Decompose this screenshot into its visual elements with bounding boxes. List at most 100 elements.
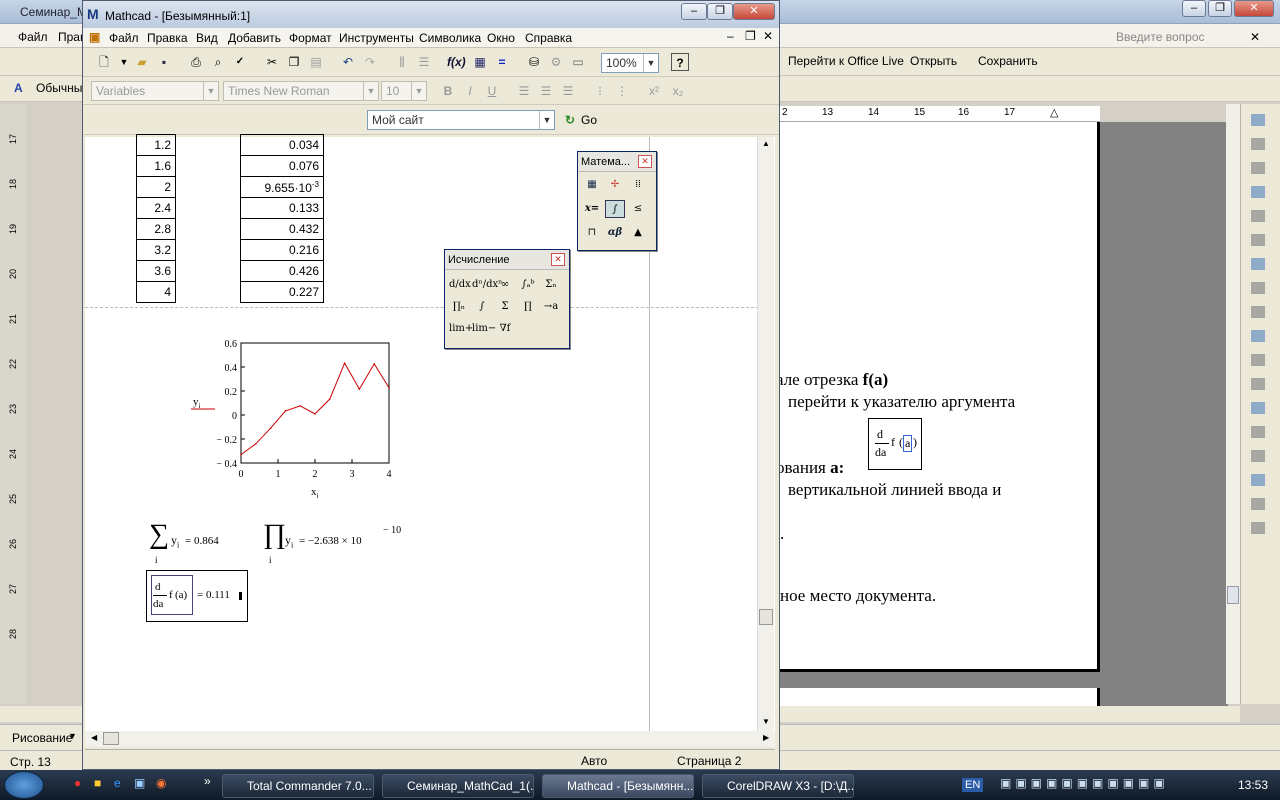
bold-icon[interactable]: B [439, 82, 457, 100]
sidebar-tool-icon[interactable] [1251, 474, 1265, 486]
y-table-row[interactable]: 0.076 [240, 155, 324, 177]
range-sum-icon[interactable]: Σₙ [541, 276, 561, 294]
drawing-menu[interactable]: Рисование [12, 731, 72, 745]
x-table-row[interactable]: 3.2 [136, 239, 176, 261]
start-button[interactable] [4, 771, 44, 799]
product-expression[interactable]: ∏ yi = −2.638 × 10 − 10 i [263, 519, 423, 567]
drawing-dropdown-icon[interactable]: ▼ [68, 731, 77, 741]
word-menu-file[interactable]: Файл [18, 30, 48, 44]
sidebar-tool-icon[interactable] [1251, 138, 1265, 150]
y-table-cell[interactable]: 0.227 [240, 281, 324, 303]
x-values-table[interactable]: 1.2 1.6 2 2.4 2.8 3.2 3.6 4 [136, 134, 176, 303]
redo-icon[interactable]: ↷ [361, 53, 379, 71]
x-table-cell[interactable]: 3.6 [136, 260, 176, 282]
mathcad-worksheet[interactable]: 1.2 1.6 2 2.4 2.8 3.2 3.6 4 0.034 0.076 9.655·10-… [85, 134, 775, 731]
infinity-icon[interactable]: ∞ [495, 276, 515, 294]
y-table-cell[interactable]: 0.133 [240, 197, 324, 219]
cut-icon[interactable]: ✂ [263, 53, 281, 71]
y-table-row[interactable]: 0.432 [240, 218, 324, 240]
x-table-row[interactable]: 1.6 [136, 155, 176, 177]
mathcad-minimize-button[interactable]: ‒ [681, 3, 707, 20]
y-table-row[interactable]: 0.216 [240, 239, 324, 261]
derivative-icon[interactable]: d/dx [449, 276, 471, 294]
align-down-icon[interactable]: ☰ [415, 53, 433, 71]
mathcad-vertical-scrollbar[interactable]: ▲ ▼ [757, 137, 774, 731]
save-icon[interactable]: ▪ [155, 53, 173, 71]
x-table-cell[interactable]: 2.4 [136, 197, 176, 219]
mathcad-close-button[interactable]: ✕ [733, 3, 775, 20]
menu-format[interactable]: Формат [289, 31, 332, 45]
sidebar-tool-icon[interactable] [1251, 378, 1265, 390]
sidebar-tool-icon[interactable] [1251, 522, 1265, 534]
sidebar-tool-icon[interactable] [1251, 498, 1265, 510]
greek-icon[interactable]: αβ [605, 224, 625, 242]
sidebar-tool-icon[interactable] [1251, 282, 1265, 294]
font-size-select[interactable]: 10 ▼ [381, 81, 427, 101]
mathcad-restore-button[interactable]: ❐ [707, 3, 733, 20]
y-table-cell[interactable]: 9.655·10-3 [240, 176, 324, 198]
open-icon[interactable]: ▰ [133, 53, 151, 71]
align-left-icon[interactable]: ☰ [515, 82, 533, 100]
align-center-icon[interactable]: ☰ [537, 82, 555, 100]
limit-icon[interactable]: →a [541, 298, 561, 316]
word-restore-button[interactable]: ❐ [1208, 0, 1232, 17]
x-table-row[interactable]: 1.2 [136, 134, 176, 156]
programming-icon[interactable]: ⊓ [582, 224, 602, 242]
x-table-cell[interactable]: 2.8 [136, 218, 176, 240]
tray-icons[interactable]: ▣▣▣▣▣▣▣▣▣▣▣ [1000, 776, 1169, 790]
align-across-icon[interactable]: ⫼ [393, 53, 411, 71]
resource-icon[interactable]: ⚙ [547, 53, 565, 71]
y-table-row[interactable]: 9.655·10-3 [240, 176, 324, 198]
sidebar-tool-icon[interactable] [1251, 450, 1265, 462]
x-table-row[interactable]: 2 [136, 176, 176, 198]
save-button[interactable]: Сохранить [978, 54, 1038, 68]
bullets-icon[interactable]: ⁝ [591, 82, 609, 100]
right-indent-marker-icon[interactable]: △ [1050, 106, 1058, 119]
spellcheck-icon[interactable]: ✓ [231, 53, 249, 71]
go-button[interactable]: Go [581, 113, 597, 127]
sidebar-tool-icon[interactable] [1251, 234, 1265, 246]
word-help-search[interactable]: Введите вопрос [1116, 30, 1205, 44]
menu-tools[interactable]: Инструменты [339, 31, 414, 45]
sidebar-tool-icon[interactable] [1251, 186, 1265, 198]
open-button[interactable]: Открыть [910, 54, 957, 68]
insert-function-icon[interactable]: f(x) [447, 53, 466, 71]
quicklaunch-ie-icon[interactable]: e [114, 776, 121, 790]
menu-insert[interactable]: Добавить [228, 31, 281, 45]
doc-restore-icon[interactable]: ❐ [745, 29, 756, 43]
task-total-commander[interactable]: Total Commander 7.0... [222, 774, 374, 798]
style-icon[interactable]: A [14, 81, 23, 95]
print-icon[interactable]: ⎙ [187, 53, 205, 71]
doc-minimize-icon[interactable]: ‒ [727, 29, 734, 43]
menu-help[interactable]: Справка [525, 31, 572, 45]
doc-close-icon[interactable]: ✕ [763, 29, 773, 43]
insert-unit-icon[interactable]: ▦ [471, 53, 489, 71]
undo-icon[interactable]: ↶ [339, 53, 357, 71]
new-icon[interactable]: 🗋 [95, 53, 113, 71]
gradient-icon[interactable]: ∇f [495, 320, 515, 338]
word-scroll-thumb[interactable] [1227, 586, 1239, 604]
component-icon[interactable]: ⛁ [525, 53, 543, 71]
task-word-document[interactable]: Семинар_MathCad_1(... [382, 774, 534, 798]
quicklaunch-firefox-icon[interactable]: ◉ [156, 776, 166, 790]
y-table-row[interactable]: 0.133 [240, 197, 324, 219]
x-table-row[interactable]: 2.8 [136, 218, 176, 240]
superscript-icon[interactable]: x² [645, 82, 663, 100]
y-table-cell[interactable]: 0.426 [240, 260, 324, 282]
word-minimize-button[interactable]: ‒ [1182, 0, 1206, 17]
x-table-cell[interactable]: 2 [136, 176, 176, 198]
sidebar-tool-icon[interactable] [1251, 402, 1265, 414]
sidebar-tool-icon[interactable] [1251, 354, 1265, 366]
definite-integral-icon[interactable]: ∫ₐᵇ [518, 276, 538, 294]
y-table-cell[interactable]: 0.076 [240, 155, 324, 177]
window-icon[interactable]: ▭ [569, 53, 587, 71]
evaluation-icon[interactable]: x= [582, 200, 602, 218]
summation-icon[interactable]: Σ [495, 298, 515, 316]
right-limit-icon[interactable]: lim+ [449, 320, 473, 338]
menu-view[interactable]: Вид [196, 31, 218, 45]
zoom-select[interactable]: 100% ▼ [601, 53, 659, 73]
menu-edit[interactable]: Правка [147, 31, 188, 45]
sum-expression[interactable]: ∑ yi = 0.864 i [149, 519, 269, 567]
sidebar-tool-icon[interactable] [1251, 306, 1265, 318]
document-icon[interactable]: ▣ [89, 30, 100, 44]
